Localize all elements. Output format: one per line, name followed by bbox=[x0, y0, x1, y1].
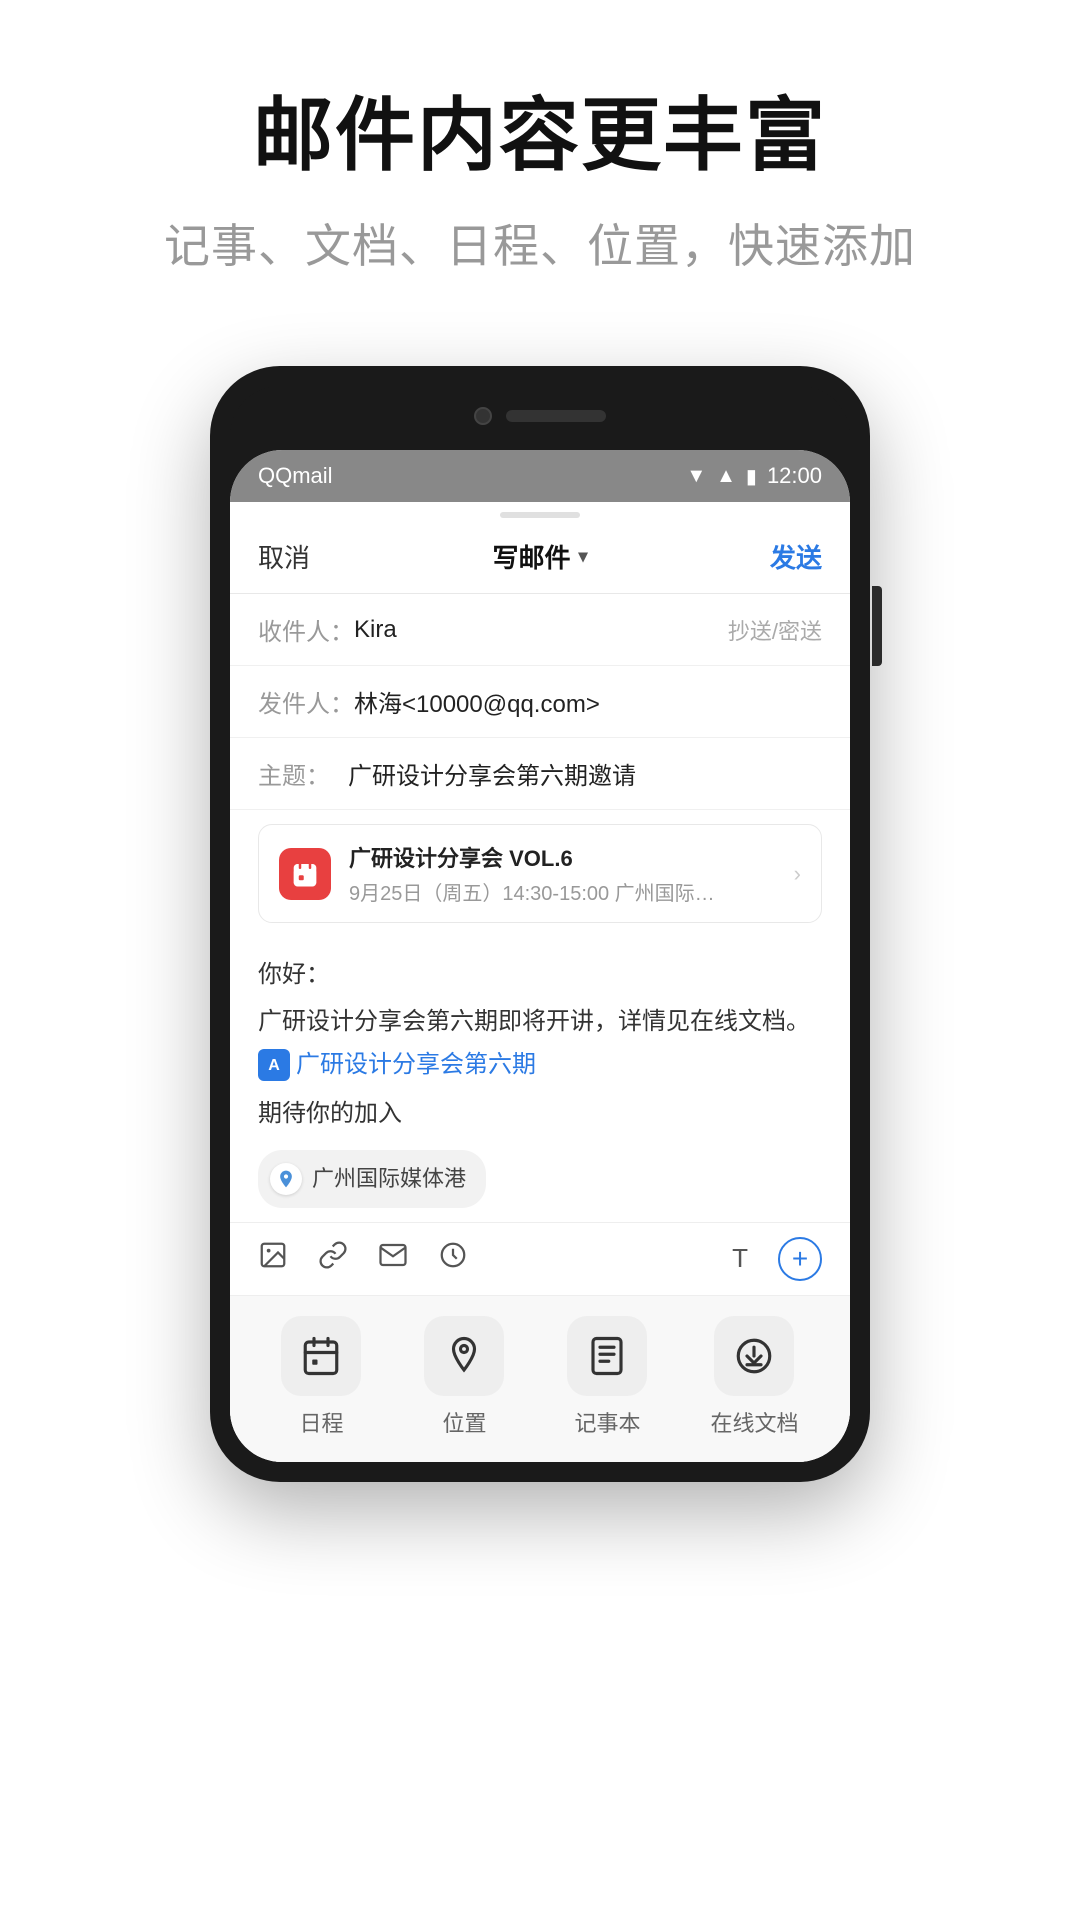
calendar-action-icon-wrap bbox=[281, 1316, 361, 1396]
calendar-arrow-icon: › bbox=[794, 861, 801, 887]
compose-toolbar: T + bbox=[230, 1222, 850, 1295]
plus-icon: + bbox=[792, 1243, 808, 1275]
location-pin-icon bbox=[276, 1169, 296, 1189]
from-value[interactable]: 林海<10000@qq.com> bbox=[354, 684, 822, 719]
doc-action-label: 在线文档 bbox=[710, 1406, 798, 1438]
plus-toolbar-button[interactable]: + bbox=[778, 1237, 822, 1281]
doc-link-container[interactable]: A 广研设计分享会第六期 bbox=[258, 1045, 536, 1086]
calendar-attachment[interactable]: 广研设计分享会 VOL.6 9月25日（周五）14:30-15:00 广州国际…… bbox=[258, 824, 822, 923]
email-toolbar-button[interactable] bbox=[378, 1240, 408, 1278]
status-bar: QQmail ▼ ▲ ▮ 12:00 bbox=[230, 450, 850, 502]
phone-notch bbox=[230, 386, 850, 446]
subject-label: 主题： bbox=[258, 756, 348, 791]
email-compose: 取消 写邮件 ▾ 发送 收件人： Kira 抄送/密送 发件人： 林海<10 bbox=[230, 518, 850, 1462]
status-icons: ▼ ▲ ▮ 12:00 bbox=[686, 463, 822, 489]
page-title: 邮件内容更丰富 bbox=[60, 90, 1020, 182]
text-format-button[interactable]: T bbox=[732, 1243, 748, 1274]
body-greeting: 你好： bbox=[258, 955, 822, 996]
cancel-button[interactable]: 取消 bbox=[258, 538, 310, 575]
from-label: 发件人： bbox=[258, 684, 354, 719]
action-notes[interactable]: 记事本 bbox=[567, 1316, 647, 1438]
location-icon-wrap bbox=[270, 1163, 302, 1195]
link-toolbar-button[interactable] bbox=[318, 1240, 348, 1278]
to-field: 收件人： Kira 抄送/密送 bbox=[230, 594, 850, 666]
cc-bcc-button[interactable]: 抄送/密送 bbox=[728, 614, 822, 646]
calendar-icon bbox=[279, 848, 331, 900]
signal-icon: ▲ bbox=[716, 465, 736, 488]
calendar-event-title: 广研设计分享会 VOL.6 bbox=[349, 841, 776, 873]
side-button bbox=[872, 586, 882, 666]
calendar-action-icon bbox=[300, 1335, 342, 1377]
to-value[interactable]: Kira bbox=[354, 616, 728, 644]
action-doc[interactable]: 在线文档 bbox=[710, 1316, 798, 1438]
compose-title-label: 写邮件 bbox=[492, 538, 570, 575]
send-button[interactable]: 发送 bbox=[770, 538, 822, 575]
action-calendar[interactable]: 日程 bbox=[281, 1316, 361, 1438]
compose-header: 取消 写邮件 ▾ 发送 bbox=[230, 518, 850, 594]
calendar-event-detail: 9月25日（周五）14:30-15:00 广州国际… bbox=[349, 877, 776, 906]
bottom-actions-bar: 日程 位置 bbox=[230, 1295, 850, 1462]
subject-field: 主题： 广研设计分享会第六期邀请 bbox=[230, 738, 850, 810]
image-toolbar-button[interactable] bbox=[258, 1240, 288, 1278]
status-app-name: QQmail bbox=[258, 463, 333, 489]
calendar-info: 广研设计分享会 VOL.6 9月25日（周五）14:30-15:00 广州国际… bbox=[349, 841, 776, 906]
calendar-svg bbox=[290, 859, 320, 889]
body-main-text: 广研设计分享会第六期即将开讲，详情见在线文档。 A 广研设计分享会第六期 bbox=[258, 1002, 822, 1086]
notes-action-icon-wrap bbox=[567, 1316, 647, 1396]
front-camera bbox=[474, 407, 492, 425]
compose-title: 写邮件 ▾ bbox=[492, 538, 587, 575]
notes-action-label: 记事本 bbox=[574, 1406, 640, 1438]
location-action-icon-wrap bbox=[424, 1316, 504, 1396]
body-expect-text: 期待你的加入 bbox=[258, 1094, 822, 1135]
phone-screen: QQmail ▼ ▲ ▮ 12:00 取消 写邮件 ▾ bbox=[230, 450, 850, 1462]
body-text-part: 广研设计分享会第六期即将开讲，详情见在线文档。 bbox=[258, 1008, 810, 1035]
subject-value[interactable]: 广研设计分享会第六期邀请 bbox=[348, 756, 822, 791]
battery-icon: ▮ bbox=[746, 464, 757, 489]
doc-action-icon-wrap bbox=[714, 1316, 794, 1396]
calendar-action-label: 日程 bbox=[299, 1406, 343, 1438]
page-subtitle: 记事、文档、日程、位置，快速添加 bbox=[60, 210, 1020, 276]
phone-mockup: QQmail ▼ ▲ ▮ 12:00 取消 写邮件 ▾ bbox=[210, 366, 870, 1482]
chevron-down-icon[interactable]: ▾ bbox=[578, 546, 587, 567]
from-field: 发件人： 林海<10000@qq.com> bbox=[230, 666, 850, 738]
location-action-label: 位置 bbox=[442, 1406, 486, 1438]
page-header: 邮件内容更丰富 记事、文档、日程、位置，快速添加 bbox=[0, 0, 1080, 306]
action-location[interactable]: 位置 bbox=[424, 1316, 504, 1438]
location-action-icon bbox=[443, 1335, 485, 1377]
doc-link-text[interactable]: 广研设计分享会第六期 bbox=[296, 1045, 536, 1086]
doc-action-icon bbox=[733, 1335, 775, 1377]
speaker-grille bbox=[506, 410, 606, 422]
status-time: 12:00 bbox=[767, 463, 822, 489]
doc-icon: A bbox=[258, 1049, 290, 1081]
email-body[interactable]: 你好： 广研设计分享会第六期即将开讲，详情见在线文档。 A 广研设计分享会第六期… bbox=[230, 937, 850, 1222]
location-chip[interactable]: 广州国际媒体港 bbox=[258, 1150, 486, 1207]
location-text: 广州国际媒体港 bbox=[312, 1160, 466, 1197]
wifi-icon: ▼ bbox=[686, 465, 706, 488]
to-label: 收件人： bbox=[258, 612, 354, 647]
notes-action-icon bbox=[586, 1335, 628, 1377]
clock-toolbar-button[interactable] bbox=[438, 1240, 468, 1278]
